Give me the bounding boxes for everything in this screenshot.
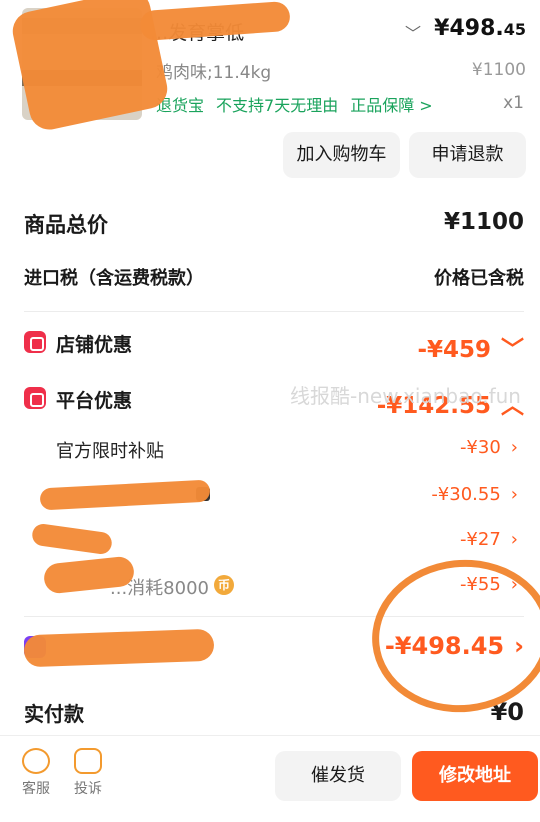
import-tax-value: 价格已含税 — [434, 268, 524, 289]
chevron-down-icon: ﹀ — [501, 337, 524, 363]
urge-shipping-button[interactable]: 催发货 — [275, 751, 401, 801]
customer-service-button[interactable]: 客服 — [16, 748, 56, 798]
paid-label: 实付款 — [24, 702, 84, 726]
product-price: ¥498.45 — [434, 16, 526, 41]
sub-item-value: -¥30.55 › — [431, 484, 518, 505]
complaint-icon — [74, 748, 102, 774]
sub-item-value: -¥27 › — [459, 529, 518, 550]
customer-service-icon — [22, 748, 50, 774]
complaint-label: 投诉 — [74, 781, 102, 797]
divider — [24, 311, 524, 312]
platform-discount-value: -¥142.55 ︿ — [376, 393, 524, 419]
chevron-right-icon: › — [514, 632, 524, 660]
chevron-right-icon: › — [510, 529, 518, 550]
refund-button[interactable]: 申请退款 — [409, 132, 526, 178]
product-original-price: ¥1100 — [471, 60, 526, 80]
complaint-button[interactable]: 投诉 — [68, 748, 108, 798]
shop-discount-icon — [24, 331, 46, 353]
chevron-right-icon: › — [510, 437, 518, 458]
platform-discount-label: 平台优惠 — [56, 390, 133, 412]
sub-item-label: 官方限时补贴 — [56, 441, 164, 462]
add-to-cart-button[interactable]: 加入购物车 — [283, 132, 400, 178]
paid-value: ¥0 — [490, 698, 524, 726]
service-tags[interactable]: 退货宝 不支持7天无理由 正品保障 > — [156, 92, 445, 116]
platform-discount-icon — [24, 387, 46, 409]
shop-discount-value: -¥459 ﹀ — [417, 337, 524, 363]
chevron-right-icon: › — [510, 574, 518, 595]
customer-service-label: 客服 — [22, 781, 50, 797]
sub-item-value: -¥30 › — [459, 437, 518, 458]
service-tag[interactable]: 正品保障 > — [350, 96, 433, 115]
import-tax-label: 进口税（含运费税款） — [24, 268, 204, 289]
product-spec: 鸡肉味;11.4kg — [156, 63, 272, 83]
coin-icon: 币 — [214, 575, 234, 595]
goods-total-label: 商品总价 — [24, 213, 108, 237]
chevron-down-icon[interactable]: ﹀ — [405, 20, 421, 44]
chevron-up-icon: ︿ — [501, 393, 524, 419]
divider — [24, 616, 524, 617]
shop-discount-label: 店铺优惠 — [56, 334, 133, 356]
product-quantity: x1 — [503, 93, 524, 113]
service-tag: 不支持7天无理由 — [216, 96, 339, 115]
bottom-action-bar: 客服 投诉 催发货 修改地址 — [0, 735, 540, 822]
chevron-right-icon: › — [510, 484, 518, 505]
change-address-button[interactable]: 修改地址 — [412, 751, 538, 801]
total-discount-value: -¥498.45 › — [384, 632, 524, 660]
sub-item-value: -¥55 › — [459, 574, 518, 595]
redaction-scribble — [23, 628, 215, 668]
goods-total-value: ¥1100 — [443, 209, 524, 235]
